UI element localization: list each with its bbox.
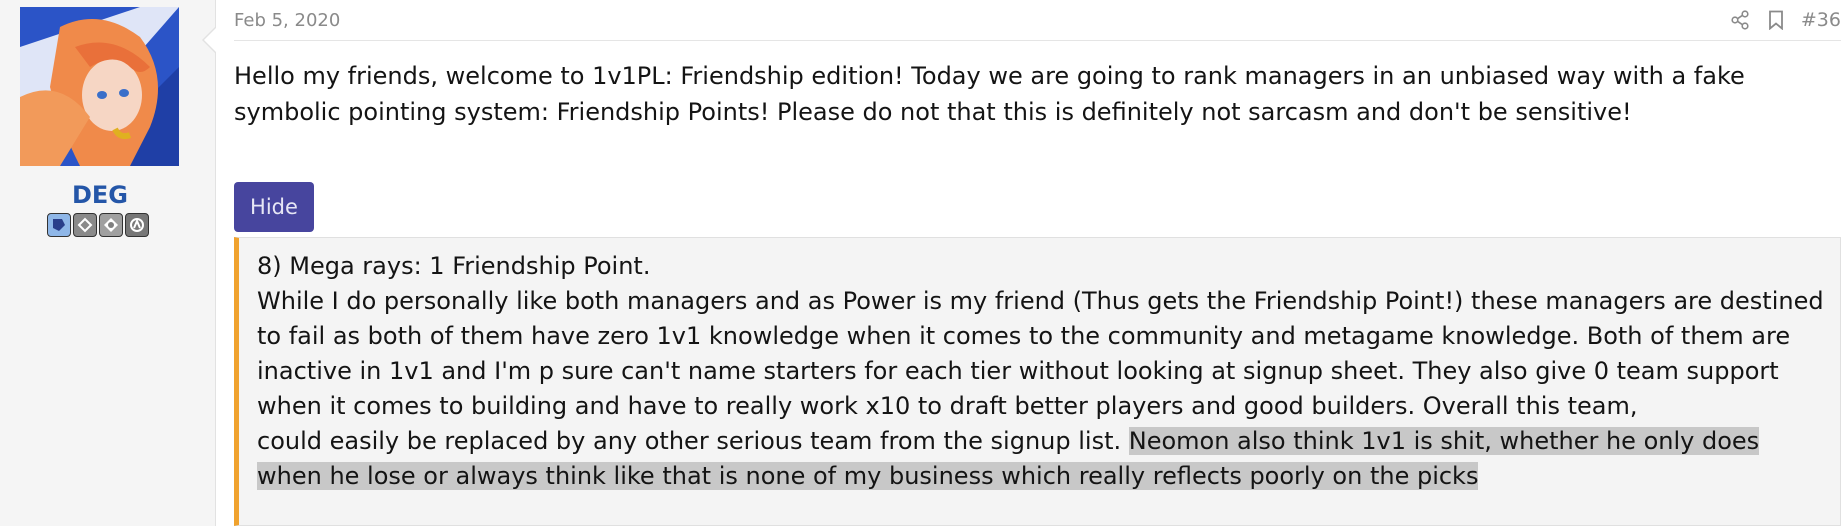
post-date[interactable]: Feb 5, 2020 bbox=[234, 10, 340, 31]
spoiler-plain-text: could easily be replaced by any other se… bbox=[257, 427, 1129, 455]
post-header: Feb 5, 2020 #36 bbox=[234, 0, 1841, 41]
post-pointer bbox=[202, 26, 217, 54]
username[interactable]: DEG bbox=[0, 181, 200, 209]
user-sidebar: DEG bbox=[0, 0, 216, 526]
post-number[interactable]: #36 bbox=[1801, 9, 1841, 31]
badge-2-icon bbox=[73, 213, 97, 237]
post-actions: #36 bbox=[1729, 8, 1841, 32]
bookmark-icon[interactable] bbox=[1765, 8, 1787, 32]
badge-1-icon bbox=[47, 213, 71, 237]
post-body-text: Hello my friends, welcome to 1v1PL: Frie… bbox=[234, 62, 1745, 126]
spoiler-paragraph-1: While I do personally like both managers… bbox=[257, 287, 1824, 420]
spoiler-heading: 8) Mega rays: 1 Friendship Point. bbox=[257, 252, 651, 280]
share-icon[interactable] bbox=[1729, 8, 1751, 32]
badge-4-icon bbox=[125, 213, 149, 237]
spoiler-text: 8) Mega rays: 1 Friendship Point. While … bbox=[257, 249, 1827, 494]
badge-3-icon bbox=[99, 213, 123, 237]
hide-spoiler-button[interactable]: Hide bbox=[234, 182, 314, 232]
user-badges bbox=[47, 213, 149, 237]
spoiler-paragraph-2: could easily be replaced by any other se… bbox=[257, 424, 1827, 494]
spoiler-content: 8) Mega rays: 1 Friendship Point. While … bbox=[234, 237, 1841, 526]
avatar[interactable] bbox=[20, 7, 179, 166]
